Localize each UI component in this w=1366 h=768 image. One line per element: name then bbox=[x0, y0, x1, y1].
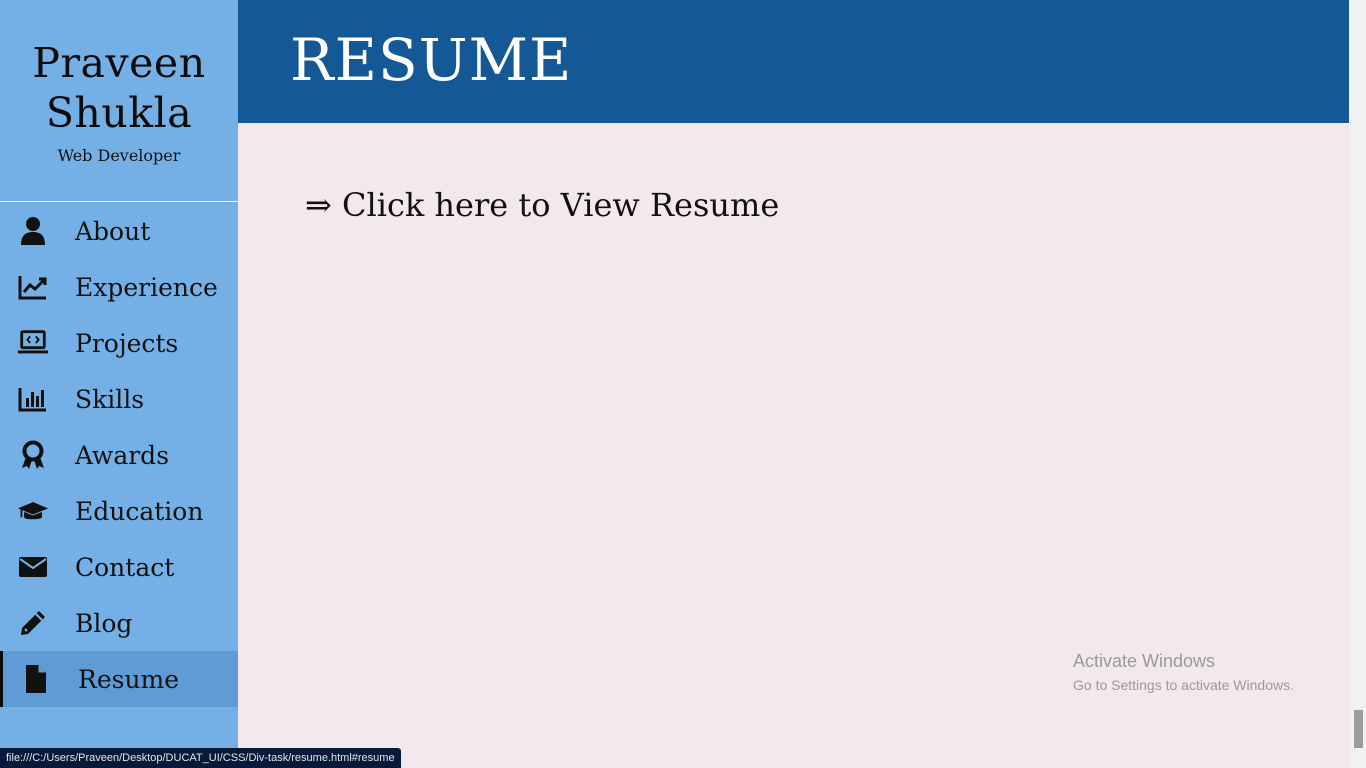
sidebar-item-projects[interactable]: Projects bbox=[0, 315, 238, 371]
sidebar-item-label: Education bbox=[75, 496, 204, 526]
sidebar-item-skills[interactable]: Skills bbox=[0, 371, 238, 427]
page-title: RESUME bbox=[290, 26, 573, 94]
sidebar-item-blog[interactable]: Blog bbox=[0, 595, 238, 651]
sidebar-item-education[interactable]: Education bbox=[0, 483, 238, 539]
award-icon bbox=[17, 440, 49, 470]
status-bar-url: file:///C:/Users/Praveen/Desktop/DUCAT_U… bbox=[0, 748, 401, 768]
sidebar-item-label: Resume bbox=[78, 664, 180, 694]
sidebar-item-label: Blog bbox=[75, 608, 133, 638]
scrollbar-thumb[interactable] bbox=[1354, 710, 1363, 748]
user-icon bbox=[17, 216, 49, 246]
pencil-icon bbox=[17, 608, 49, 638]
watermark-title: Activate Windows bbox=[1073, 651, 1216, 671]
profile-role: Web Developer bbox=[57, 146, 181, 165]
activate-windows-watermark: Activate Windows Go to Settings to activ… bbox=[1073, 651, 1294, 693]
file-icon bbox=[20, 664, 52, 694]
chart-line-icon bbox=[17, 272, 49, 302]
sidebar-item-label: About bbox=[75, 216, 151, 246]
profile-name: Praveen Shukla bbox=[32, 39, 206, 137]
sidebar-item-label: Awards bbox=[75, 440, 170, 470]
graduation-cap-icon bbox=[17, 496, 49, 526]
sidebar-item-contact[interactable]: Contact bbox=[0, 539, 238, 595]
sidebar-item-experience[interactable]: Experience bbox=[0, 259, 238, 315]
sidebar-item-label: Skills bbox=[75, 384, 145, 414]
sidebar-nav: About Experience Projects Skills Awards bbox=[0, 202, 238, 707]
sidebar: Praveen Shukla Web Developer About Exper… bbox=[0, 0, 238, 768]
sidebar-item-awards[interactable]: Awards bbox=[0, 427, 238, 483]
sidebar-item-label: Experience bbox=[75, 272, 218, 302]
sidebar-item-label: Projects bbox=[75, 328, 179, 358]
watermark-subtitle: Go to Settings to activate Windows. bbox=[1073, 677, 1294, 693]
vertical-scrollbar[interactable] bbox=[1349, 0, 1366, 768]
view-resume-link[interactable]: ⇒ Click here to View Resume bbox=[305, 186, 779, 224]
sidebar-item-resume[interactable]: Resume bbox=[0, 651, 238, 707]
envelope-icon bbox=[17, 552, 49, 582]
page-header: RESUME bbox=[238, 0, 1349, 123]
bar-chart-icon bbox=[17, 384, 49, 414]
sidebar-item-about[interactable]: About bbox=[0, 203, 238, 259]
sidebar-item-label: Contact bbox=[75, 552, 175, 582]
profile-block: Praveen Shukla Web Developer bbox=[0, 0, 238, 202]
laptop-code-icon bbox=[17, 328, 49, 358]
